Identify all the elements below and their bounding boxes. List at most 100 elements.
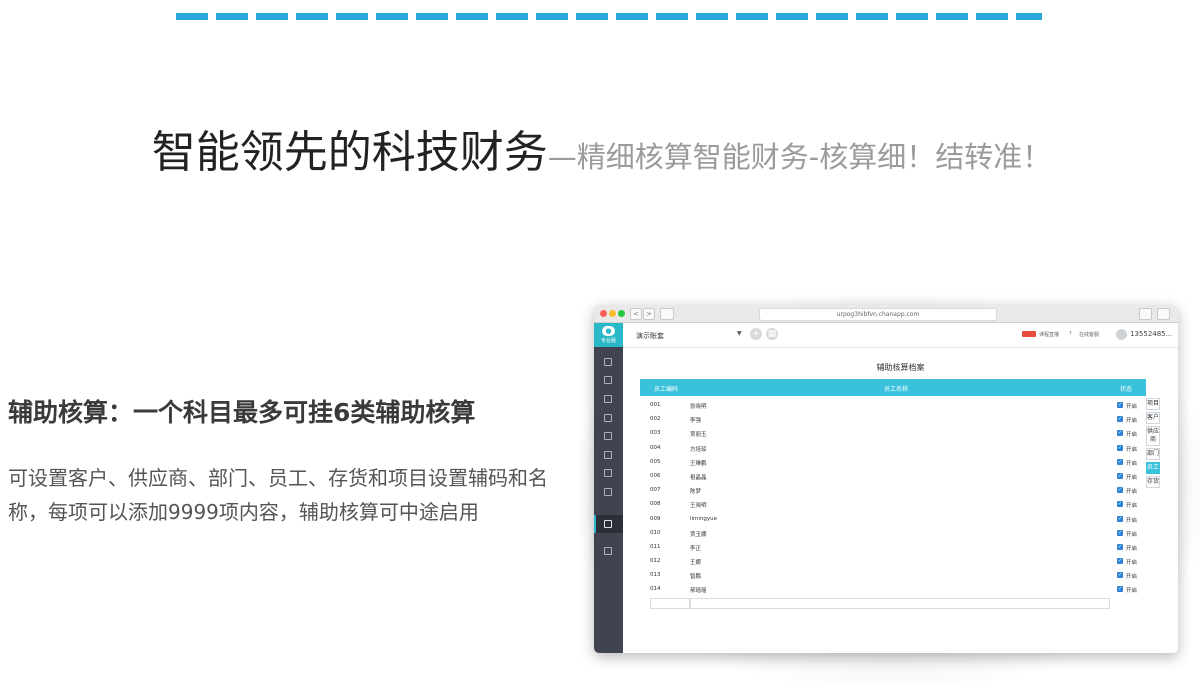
sidebar-icon-1[interactable] xyxy=(604,358,612,366)
course-live-link[interactable]: 课程直播 xyxy=(1039,331,1059,338)
table-row[interactable]: 011 李正 ✓ 开启 xyxy=(640,541,1146,555)
maximize-dot-icon[interactable] xyxy=(618,310,625,317)
forward-button[interactable]: > xyxy=(643,308,655,320)
sidebar-icon-8[interactable] xyxy=(604,488,612,496)
back-button[interactable]: < xyxy=(630,308,642,320)
status-checkbox[interactable]: ✓ xyxy=(1117,572,1123,579)
add-icon[interactable]: + xyxy=(750,328,762,340)
status-checkbox[interactable]: ✓ xyxy=(1117,501,1123,508)
chevron-down-icon[interactable]: ▼ xyxy=(737,330,742,337)
share-icon[interactable] xyxy=(1139,308,1152,320)
table-header: 员工编码 员工名称 状态 xyxy=(640,379,1146,396)
user-phone[interactable]: 13552485... xyxy=(1130,330,1172,338)
employee-name: 王晓明 xyxy=(690,503,707,510)
employee-code: 013 xyxy=(650,572,661,579)
sidebar-icon-7[interactable] xyxy=(604,469,612,477)
grid-icon[interactable]: ▦ xyxy=(766,328,778,340)
status-checkbox[interactable]: ✓ xyxy=(1117,444,1123,451)
status-label: 开启 xyxy=(1126,517,1138,524)
table-row[interactable]: 009 limingyue ✓ 开启 xyxy=(640,513,1146,527)
status-checkbox[interactable]: ✓ xyxy=(1117,543,1123,550)
employee-code: 011 xyxy=(650,543,661,550)
sidebar-icon-2[interactable] xyxy=(604,376,612,384)
employee-code: 014 xyxy=(650,586,661,593)
status-label: 开启 xyxy=(1126,474,1138,481)
status-checkbox[interactable]: ✓ xyxy=(1117,586,1123,593)
table-row[interactable]: 012 王娜 ✓ 开启 xyxy=(640,555,1146,569)
tabs-icon[interactable] xyxy=(1157,308,1170,320)
sidebar-icon-6[interactable] xyxy=(604,451,612,459)
live-badge-icon xyxy=(1022,331,1036,337)
sidebar-icon-10[interactable] xyxy=(604,547,612,555)
table-row[interactable]: 007 陈梦 ✓ 开启 xyxy=(640,484,1146,498)
sidebar-icon-3[interactable] xyxy=(604,395,612,403)
table-row[interactable]: 008 王晓明 ✓ 开启 xyxy=(640,498,1146,512)
employee-code: 008 xyxy=(650,501,661,508)
employee-code: 012 xyxy=(650,558,661,565)
status-checkbox[interactable]: ✓ xyxy=(1117,515,1123,522)
table-row[interactable]: 010 贾玉娜 ✓ 开启 xyxy=(640,527,1146,541)
tab-0[interactable]: 项目 xyxy=(1146,398,1160,410)
gear-icon[interactable] xyxy=(604,520,612,528)
status-label: 开启 xyxy=(1126,404,1138,410)
table-row[interactable]: 003 贾丽玉 ✓ 开启 xyxy=(640,427,1146,441)
status-checkbox[interactable]: ✓ xyxy=(1117,472,1123,479)
feature-description: 可设置客户、供应商、部门、员工、存货和项目设置辅码和名称，每项可以添加9999项… xyxy=(8,466,548,524)
tab-4[interactable]: 员工 xyxy=(1146,462,1160,474)
page-title: 辅助核算档案 xyxy=(876,363,925,372)
table-row[interactable]: 014 郝瑶瑶 ✓ 开启 xyxy=(640,583,1146,597)
help-circle-icon[interactable]: ? xyxy=(1069,331,1072,337)
sidebar-icon-4[interactable] xyxy=(604,414,612,422)
employee-name: 张晓明 xyxy=(690,404,707,410)
sidebar-icon-5[interactable] xyxy=(604,432,612,440)
app-sidebar: ● 专业版 xyxy=(594,323,623,653)
avatar[interactable] xyxy=(1116,329,1127,340)
new-code-input[interactable] xyxy=(650,598,690,609)
employee-code: 009 xyxy=(650,515,661,522)
minimize-dot-icon[interactable] xyxy=(609,310,616,317)
status-label: 开启 xyxy=(1126,460,1138,467)
table-row[interactable]: 006 祖晶晶 ✓ 开启 xyxy=(640,470,1146,484)
tab-5[interactable]: 存货 xyxy=(1146,476,1160,488)
app-logo[interactable]: ● 专业版 xyxy=(594,323,623,347)
employee-code: 001 xyxy=(650,402,661,408)
status-checkbox[interactable]: ✓ xyxy=(1117,558,1123,565)
close-dot-icon[interactable] xyxy=(600,310,607,317)
logo-label: 专业版 xyxy=(600,338,616,344)
table-row[interactable]: 005 王琳鹏 ✓ 开启 xyxy=(640,456,1146,470)
status-checkbox[interactable]: ✓ xyxy=(1117,529,1123,536)
account-selector[interactable]: 演示账套 xyxy=(636,331,664,341)
employee-name: 贾丽玉 xyxy=(690,432,707,439)
tab-1[interactable]: 客户 xyxy=(1146,412,1160,424)
status-checkbox[interactable]: ✓ xyxy=(1117,402,1123,408)
sidebar-toggle-icon[interactable] xyxy=(660,308,674,320)
status-checkbox[interactable]: ✓ xyxy=(1117,487,1123,494)
online-service-link[interactable]: 在线客服 xyxy=(1079,331,1099,338)
table-row[interactable]: 001 张晓明 ✓ 开启 xyxy=(640,399,1146,413)
status-label: 开启 xyxy=(1126,489,1138,496)
status-label: 开启 xyxy=(1126,560,1138,567)
status-checkbox[interactable]: ✓ xyxy=(1117,458,1123,465)
employee-name: 贾玉娜 xyxy=(690,531,707,538)
status-label: 开启 xyxy=(1126,574,1138,581)
headline-main: 智能领先的科技财务 xyxy=(151,127,548,178)
url-bar[interactable]: urpog3hibfvn.chanapp.com xyxy=(759,308,997,321)
tab-3[interactable]: 部门 xyxy=(1146,448,1160,460)
browser-window-mockup: < > urpog3hibfvn.chanapp.com 演示账套 ▼ + ▦ … xyxy=(594,305,1178,653)
employee-name: 李正 xyxy=(690,545,702,552)
cloud-logo-icon: ● xyxy=(602,326,615,336)
employee-code: 005 xyxy=(650,458,661,465)
table-row[interactable]: 013 智鹏 ✓ 开启 xyxy=(640,569,1146,583)
status-label: 开启 xyxy=(1126,588,1138,595)
table-body: 001 张晓明 ✓ 开启 002 李强 ✓ 开启 003 贾丽玉 ✓ 开启 004 方培琼 ✓ 开启 005 王琳… xyxy=(640,399,1146,598)
tab-2[interactable]: 供应商 xyxy=(1146,426,1160,446)
status-checkbox[interactable]: ✓ xyxy=(1117,416,1123,423)
status-checkbox[interactable]: ✓ xyxy=(1117,430,1123,437)
table-row[interactable]: 002 李强 ✓ 开启 xyxy=(640,413,1146,427)
new-name-input[interactable] xyxy=(690,598,1110,609)
table-row[interactable]: 004 方培琼 ✓ 开启 xyxy=(640,442,1146,456)
employee-name: 王娜 xyxy=(690,560,702,567)
headline: 智能领先的科技财务—精细核算智能财务-核算细！结转准！ xyxy=(0,116,1203,180)
employee-name: 智鹏 xyxy=(690,574,702,581)
employee-name: 王琳鹏 xyxy=(690,460,707,467)
